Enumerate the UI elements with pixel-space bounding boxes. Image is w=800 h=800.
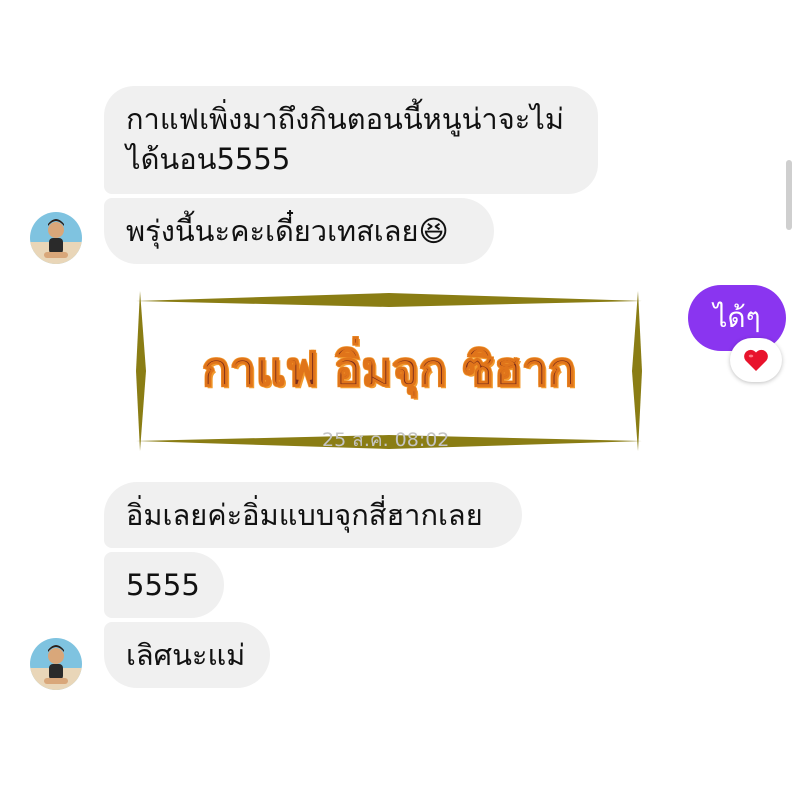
timestamp: 25 ส.ค. 08:02	[322, 429, 450, 451]
message-bubble[interactable]: 5555	[104, 552, 224, 618]
message-bubble[interactable]: อิ่มเลยค่ะอิ่มแบบจุกสี่ฮากเลย	[104, 482, 522, 548]
sent-message-text: ได้ๆ	[713, 301, 761, 334]
chat-screen: กาแฟเพิ่งมาถึงกินตอนนี้หนูน่าจะไม่ ได้นอ…	[0, 0, 800, 800]
message-text: เลิศนะแม่	[126, 638, 246, 672]
banner-text: กาแฟ อิ่มจุก ซิฮาก	[202, 341, 577, 396]
message-bubble[interactable]: กาแฟเพิ่งมาถึงกินตอนนี้หนูน่าจะไม่ ได้นอ…	[104, 86, 598, 194]
avatar[interactable]	[30, 638, 82, 690]
message-bubble[interactable]: เลิศนะแม่	[104, 622, 270, 688]
avatar[interactable]	[30, 212, 82, 264]
message-text: อิ่มเลยค่ะอิ่มแบบจุกสี่ฮากเลย	[126, 498, 483, 532]
avatar-photo-icon	[30, 638, 82, 690]
avatar-photo-icon	[30, 212, 82, 264]
message-text: 5555	[126, 568, 200, 602]
scrollbar[interactable]	[786, 160, 792, 230]
message-text: พรุ่งนี้นะคะเดี๋ยวเทสเลย😆	[126, 214, 449, 248]
heart-icon	[744, 349, 768, 371]
message-text-line: กาแฟเพิ่งมาถึงกินตอนนี้หนูน่าจะไม่	[126, 102, 564, 136]
reaction-badge[interactable]	[730, 338, 782, 382]
message-text-line: ได้นอน5555	[126, 142, 291, 176]
message-bubble[interactable]: พรุ่งนี้นะคะเดี๋ยวเทสเลย😆	[104, 198, 494, 264]
